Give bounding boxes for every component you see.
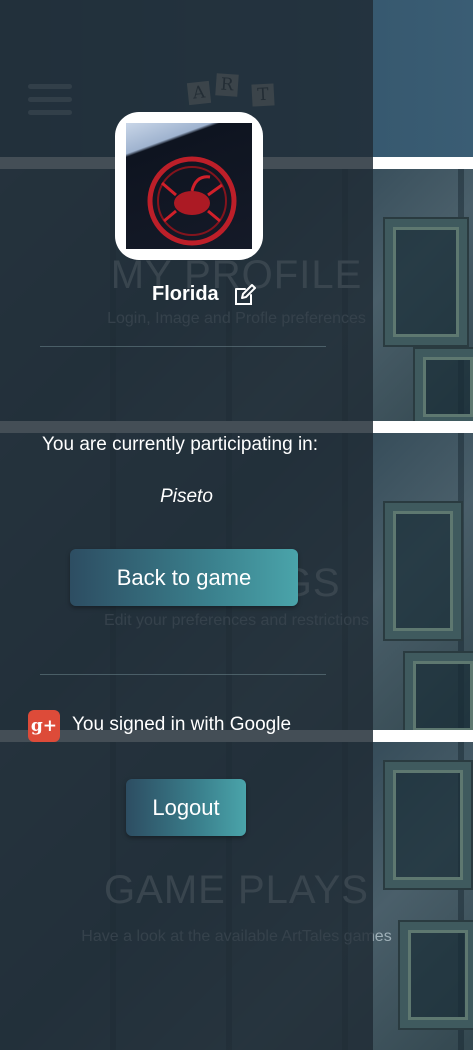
profile-drawer: Florida You are currently participating …	[0, 0, 373, 1050]
signed-in-text: You signed in with Google	[72, 714, 292, 735]
logout-button[interactable]: Logout	[126, 779, 246, 836]
scorpion-emblem-icon	[147, 156, 237, 246]
avatar-image	[126, 123, 252, 249]
back-to-game-button[interactable]: Back to game	[70, 549, 298, 606]
edit-icon[interactable]	[233, 283, 257, 307]
avatar[interactable]	[115, 112, 263, 260]
username: Florida	[152, 283, 219, 305]
divider	[40, 346, 326, 347]
current-game-name: Piseto	[160, 486, 213, 507]
participating-label: You are currently participating in:	[42, 434, 319, 455]
divider	[40, 674, 326, 675]
google-plus-icon: g+	[28, 710, 60, 742]
